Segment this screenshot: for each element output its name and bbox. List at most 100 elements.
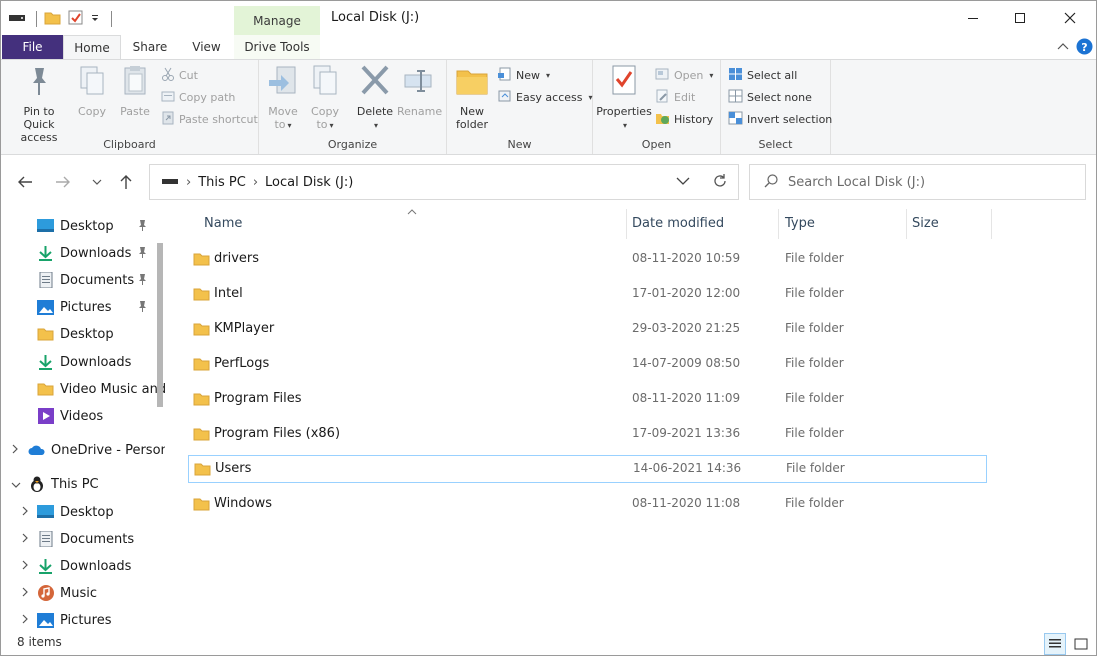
select-none-button[interactable]: Select none (728, 88, 812, 106)
nav-item-pc-downloads[interactable]: Downloads (37, 554, 131, 578)
expand-chevron-icon[interactable] (21, 587, 29, 600)
up-button[interactable] (116, 172, 136, 192)
breadcrumb-separator-icon[interactable]: › (253, 175, 258, 190)
nav-item-desktop-pinned[interactable]: Desktop (37, 214, 114, 238)
column-divider[interactable] (991, 209, 992, 239)
tab-file[interactable]: File (2, 35, 63, 59)
file-row[interactable]: PerfLogs 14-07-2009 08:50 File folder (188, 351, 987, 379)
copy-to-button[interactable]: Copy to ▾ (307, 64, 343, 132)
nav-item-label: Downloads (60, 558, 132, 574)
new-folder-button[interactable]: New folder (451, 64, 493, 131)
minimize-button[interactable] (950, 1, 996, 35)
nav-item-pictures-pinned[interactable]: Pictures (37, 295, 111, 319)
minimize-ribbon-chevron-icon[interactable] (1057, 40, 1069, 54)
nav-scrollbar[interactable] (157, 243, 163, 407)
maximize-button[interactable] (997, 1, 1043, 35)
invert-selection-button[interactable]: Invert selection (728, 110, 832, 128)
column-header-type[interactable]: Type (785, 213, 815, 245)
paste-button[interactable]: Paste (115, 64, 155, 118)
breadcrumb-this-pc[interactable]: This PC (198, 175, 246, 190)
tab-drive-tools[interactable]: Drive Tools (234, 35, 320, 59)
properties-qat-icon[interactable] (68, 10, 83, 28)
nav-item-pc-music[interactable]: Music (37, 581, 97, 605)
forward-button[interactable] (53, 172, 73, 192)
recent-locations-button[interactable] (87, 172, 107, 192)
nav-item-desktop-folder[interactable]: Desktop (37, 322, 114, 346)
back-button[interactable] (15, 172, 35, 192)
file-row[interactable]: Program Files (x86) 17-09-2021 13:36 Fil… (188, 421, 987, 449)
close-button[interactable] (1047, 1, 1093, 35)
cut-button[interactable]: Cut (161, 66, 198, 84)
expand-chevron-icon[interactable] (21, 506, 29, 519)
refresh-icon[interactable] (712, 173, 728, 192)
edit-button[interactable]: Edit (655, 88, 695, 106)
file-name: Intel (214, 286, 243, 301)
move-to-button[interactable]: Move to ▾ (265, 64, 301, 132)
help-icon[interactable]: ? (1076, 38, 1093, 58)
large-icons-view-button[interactable] (1070, 633, 1092, 655)
expand-chevron-icon[interactable] (21, 614, 29, 627)
delete-x-icon (355, 64, 395, 101)
address-bar[interactable]: › This PC › Local Disk (J:) (149, 164, 739, 200)
column-header-size[interactable]: Size (912, 213, 939, 245)
history-icon (655, 111, 670, 128)
file-date-modified: 14-06-2021 14:36 (633, 461, 742, 475)
nav-item-downloads-pinned[interactable]: Downloads (37, 241, 131, 265)
address-history-chevron-icon[interactable] (676, 175, 690, 189)
nav-item-pc-pictures[interactable]: Pictures (37, 608, 111, 632)
nav-item-videos[interactable]: Videos (37, 404, 103, 428)
nav-item-documents-pinned[interactable]: Documents (37, 268, 134, 292)
nav-item-pc-documents[interactable]: Documents (37, 527, 134, 551)
search-box[interactable]: Search Local Disk (J:) (749, 164, 1086, 200)
column-header-date-modified[interactable]: Date modified (632, 213, 724, 245)
expand-chevron-icon[interactable] (21, 533, 29, 546)
customize-qat-chevron-icon[interactable] (90, 12, 100, 26)
nav-item-onedrive[interactable]: OneDrive - Person (28, 438, 165, 462)
rename-button[interactable]: Rename (397, 64, 442, 118)
file-row[interactable]: Intel 17-01-2020 12:00 File folder (188, 281, 987, 309)
file-row-selected[interactable]: Users 14-06-2021 14:36 File folder (188, 455, 987, 483)
new-folder-qat-icon[interactable] (44, 11, 61, 28)
expand-chevron-icon[interactable] (11, 444, 19, 457)
manage-context-label: Manage (234, 6, 320, 35)
file-row[interactable]: drivers 08-11-2020 10:59 File folder (188, 246, 987, 274)
easy-access-button[interactable]: Easy access ▾ (497, 88, 593, 106)
column-divider[interactable] (626, 209, 627, 239)
details-view-button[interactable] (1044, 633, 1066, 655)
column-divider[interactable] (906, 209, 907, 239)
expand-chevron-icon[interactable] (21, 560, 29, 573)
tab-home[interactable]: Home (63, 35, 121, 60)
tab-share[interactable]: Share (121, 35, 179, 59)
drive-icon[interactable] (9, 12, 25, 27)
select-all-button[interactable]: Select all (728, 66, 797, 84)
file-row[interactable]: Program Files 08-11-2020 11:09 File fold… (188, 386, 987, 414)
nav-item-label: Downloads (60, 245, 132, 261)
breadcrumb-local-disk[interactable]: Local Disk (J:) (265, 175, 353, 190)
nav-item-video-music[interactable]: Video Music and (37, 377, 165, 401)
nav-item-this-pc[interactable]: This PC (28, 472, 99, 496)
open-button[interactable]: Open ▾ (655, 66, 713, 84)
column-header-name[interactable]: Name (204, 213, 242, 245)
tab-view[interactable]: View (179, 35, 234, 59)
toolbar-divider (36, 11, 37, 27)
breadcrumb-separator-icon[interactable]: › (186, 175, 191, 190)
pin-quick-access-button[interactable]: Pin to Quick access (7, 64, 71, 144)
new-item-button[interactable]: New ▾ (497, 66, 550, 84)
nav-item-downloads[interactable]: Downloads (37, 350, 131, 374)
item-count: 8 items (17, 635, 62, 649)
file-row[interactable]: KMPlayer 29-03-2020 21:25 File folder (188, 316, 987, 344)
file-row[interactable]: Windows 08-11-2020 11:08 File folder (188, 491, 987, 519)
search-input[interactable]: Search Local Disk (J:) (788, 175, 925, 190)
history-button[interactable]: History (655, 110, 713, 128)
column-divider[interactable] (778, 209, 779, 239)
delete-button[interactable]: Delete ▾ (355, 64, 395, 132)
collapse-chevron-icon[interactable] (11, 479, 21, 492)
nav-item-pc-desktop[interactable]: Desktop (37, 500, 114, 524)
file-date-modified: 08-11-2020 11:09 (632, 391, 741, 405)
nav-item-label: This PC (51, 476, 99, 492)
properties-button[interactable]: Properties ▾ (596, 64, 652, 132)
copy-path-button[interactable]: Copy path (161, 88, 235, 106)
paste-shortcut-button[interactable]: Paste shortcut (161, 110, 258, 128)
copy-button[interactable]: Copy (73, 64, 111, 118)
organize-group: Move to ▾ Copy to ▾ Delete ▾ Rename Orga… (259, 60, 447, 154)
